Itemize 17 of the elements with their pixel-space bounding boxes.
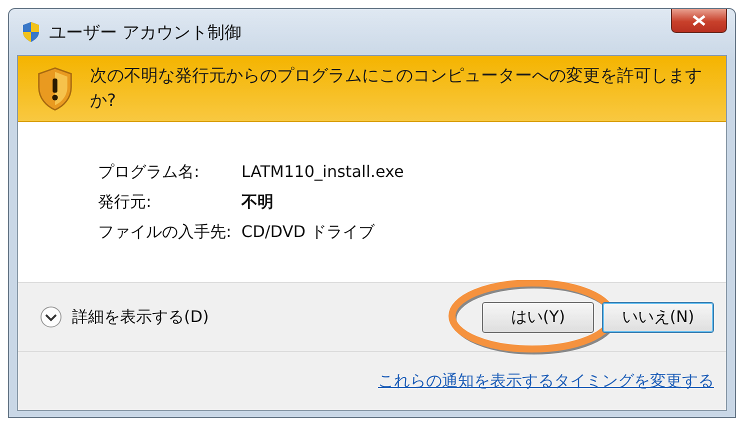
notification-settings-link[interactable]: これらの通知を表示するタイミングを変更する xyxy=(378,370,714,392)
detail-label: プログラム名: xyxy=(98,162,200,182)
close-button[interactable] xyxy=(671,9,727,33)
dialog-button[interactable]: はい(Y) xyxy=(482,302,594,332)
chevron-icon xyxy=(40,306,62,328)
detail-value: CD/DVD ドライブ xyxy=(241,222,376,242)
warning-message: 次の不明な発行元からのプログラムにこのコンピューターへの変更を許可しますか? xyxy=(90,65,703,113)
detail-label: 発行元: xyxy=(98,192,152,212)
window-title: ユーザー アカウント制御 xyxy=(49,22,242,44)
shield-icon xyxy=(21,21,41,43)
detail-value: LATM110_install.exe xyxy=(241,162,404,182)
detail-label: ファイルの入手先: xyxy=(98,222,232,242)
warning-shield-icon xyxy=(36,66,74,112)
detail-value: 不明 xyxy=(241,192,274,212)
dialog-button[interactable]: いいえ(N) xyxy=(602,302,714,332)
close-icon xyxy=(692,15,706,26)
show-details-toggle[interactable]: 詳細を表示する(D) xyxy=(40,306,209,328)
